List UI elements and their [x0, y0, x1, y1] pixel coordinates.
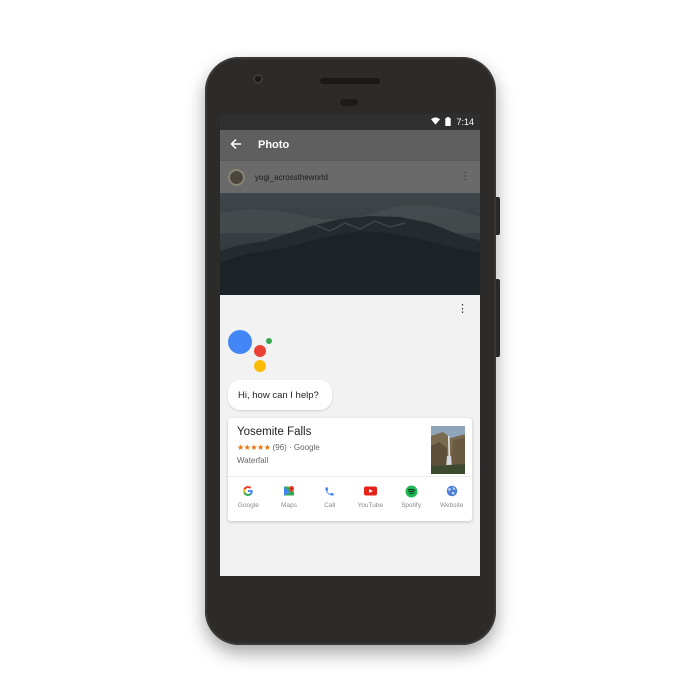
- rating-text: (96) · Google: [272, 443, 320, 452]
- front-camera: [253, 74, 263, 84]
- action-youtube[interactable]: YouTube: [350, 484, 391, 509]
- page-title: Photo: [258, 139, 290, 151]
- globe-icon: [445, 484, 459, 498]
- arrow-back-icon[interactable]: [230, 137, 252, 154]
- earpiece-speaker: [320, 78, 380, 84]
- maps-icon: [282, 484, 296, 498]
- card-divider: [228, 476, 472, 477]
- action-call[interactable]: Call: [309, 484, 350, 509]
- app-bar: Photo: [220, 130, 480, 160]
- action-maps[interactable]: Maps: [269, 484, 310, 509]
- assistant-greeting-bubble: Hi, how can I help?: [228, 380, 332, 410]
- proximity-sensor: [340, 99, 358, 106]
- place-type: Waterfall: [237, 456, 269, 465]
- screen: 7:14 Photo yogi_acrosstheworld ⋮ ⋮ Hi, h…: [220, 114, 480, 576]
- rating-stars: ★★★★★: [237, 443, 271, 452]
- card-actions: Google Maps Call YouTube Spotify Website: [228, 484, 472, 509]
- phone-icon: [323, 484, 337, 498]
- place-card[interactable]: Yosemite Falls ★★★★★ (96) · Google Water…: [228, 418, 472, 521]
- action-label: Spotify: [401, 502, 421, 509]
- action-label: Maps: [281, 502, 297, 509]
- post-photo[interactable]: [220, 193, 480, 296]
- spotify-icon: [404, 484, 418, 498]
- place-thumbnail[interactable]: [431, 426, 465, 474]
- assistant-panel: ⋮ Hi, how can I help? Yosemite Falls ★★★…: [220, 295, 480, 551]
- more-vert-icon[interactable]: ⋮: [457, 304, 468, 315]
- action-label: Call: [324, 502, 336, 509]
- action-spotify[interactable]: Spotify: [391, 484, 432, 509]
- post-header: yogi_acrosstheworld ⋮: [220, 160, 480, 193]
- status-time: 7:14: [456, 117, 474, 127]
- username[interactable]: yogi_acrosstheworld: [255, 173, 328, 182]
- assistant-dot-green: [266, 338, 272, 344]
- battery-icon: [445, 116, 452, 128]
- place-title: Yosemite Falls: [237, 426, 312, 438]
- action-label: YouTube: [357, 502, 384, 509]
- action-label: Website: [440, 502, 464, 509]
- phone-frame: 7:14 Photo yogi_acrosstheworld ⋮ ⋮ Hi, h…: [205, 57, 500, 645]
- google-icon: [241, 484, 255, 498]
- action-website[interactable]: Website: [431, 484, 472, 509]
- assistant-dot-blue: [228, 330, 252, 354]
- wifi-icon: [431, 117, 441, 127]
- more-vert-icon[interactable]: ⋮: [460, 172, 470, 182]
- volume-button: [496, 279, 500, 357]
- place-rating: ★★★★★ (96) · Google: [237, 443, 320, 452]
- youtube-icon: [363, 484, 377, 498]
- action-google[interactable]: Google: [228, 484, 269, 509]
- avatar[interactable]: [228, 168, 245, 186]
- status-bar: 7:14: [220, 114, 480, 130]
- action-label: Google: [237, 502, 259, 509]
- power-button: [496, 197, 500, 235]
- assistant-dot-red: [254, 345, 266, 357]
- assistant-dot-yellow: [254, 360, 266, 372]
